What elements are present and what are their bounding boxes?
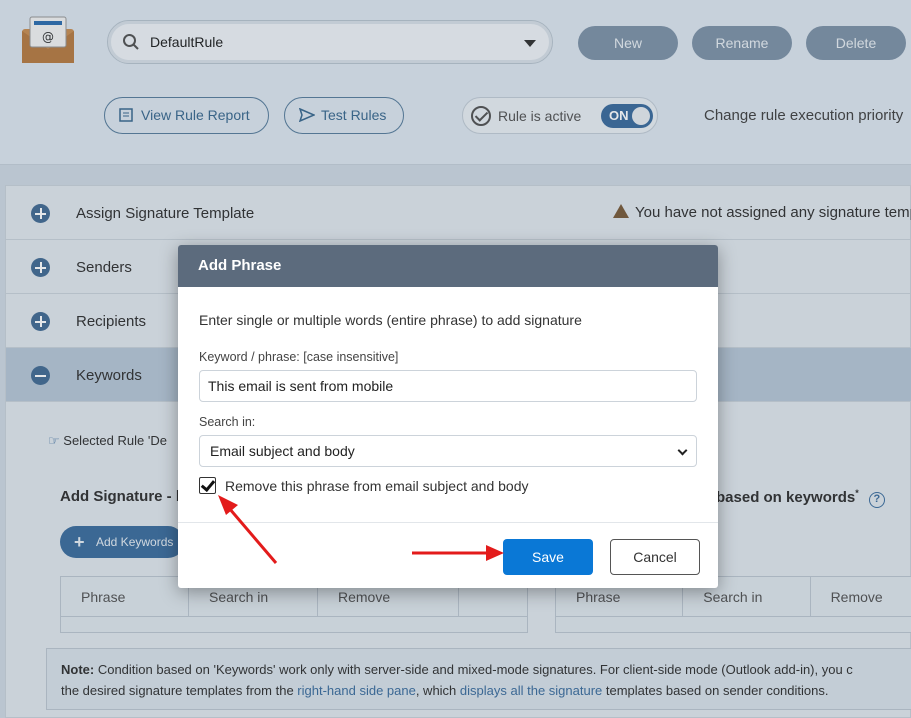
search-in-select[interactable]: Email subject and body	[199, 435, 697, 467]
remove-phrase-label[interactable]: Remove this phrase from email subject an…	[225, 478, 528, 494]
search-in-value: Email subject and body	[210, 443, 355, 459]
search-in-label: Search in:	[199, 415, 256, 429]
dialog-footer: Save Cancel	[178, 522, 718, 588]
keyword-phrase-input[interactable]	[199, 370, 697, 402]
save-button[interactable]: Save	[503, 539, 593, 575]
dialog-title: Add Phrase	[178, 245, 718, 287]
chevron-down-icon	[677, 445, 688, 456]
add-phrase-dialog: Add Phrase Enter single or multiple word…	[178, 245, 718, 588]
keyword-phrase-label: Keyword / phrase: [case insensitive]	[199, 350, 399, 364]
dialog-instruction: Enter single or multiple words (entire p…	[199, 312, 582, 328]
cancel-button[interactable]: Cancel	[610, 539, 700, 575]
remove-phrase-checkbox[interactable]	[199, 477, 216, 494]
dialog-body: Enter single or multiple words (entire p…	[178, 287, 718, 522]
